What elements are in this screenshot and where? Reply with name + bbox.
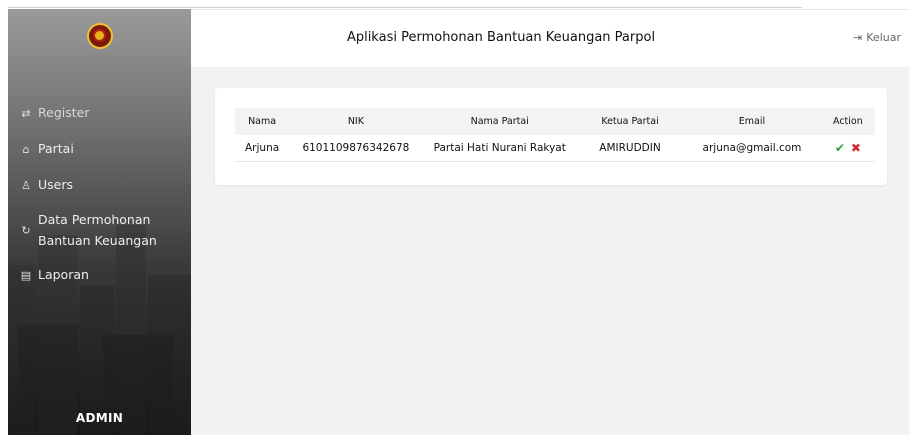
column-header-ketua-partai: Ketua Partai — [601, 116, 659, 127]
logout-arrow-icon: ⇥ — [853, 31, 863, 44]
column-header-action: Action — [832, 116, 863, 127]
cell-email: arjuna@gmail.com — [702, 141, 802, 154]
table-header-row: Nama NIK Nama Partai Ketua Partai Email … — [235, 108, 875, 135]
logo-area — [8, 9, 191, 62]
top-divider — [8, 7, 802, 8]
column-header-nama-partai: Nama Partai — [470, 116, 529, 127]
cell-action: ✔ ✖ — [821, 135, 875, 161]
cell-nama: Arjuna — [245, 141, 280, 154]
refresh-icon: ↻ — [21, 223, 31, 237]
document-icon: ▤ — [20, 268, 32, 282]
column-header-email: Email — [738, 116, 766, 127]
top-header: Aplikasi Permohonan Bantuan Keuangan Par… — [191, 9, 909, 67]
sidebar-item-users[interactable]: ♙ Users — [20, 175, 73, 195]
sidebar-item-label: Partai — [38, 141, 74, 156]
column-header-nik: NIK — [347, 116, 364, 127]
cell-nik: 6101109876342678 — [302, 141, 410, 154]
emblem-logo-icon — [86, 22, 113, 49]
user-role-label: ADMIN — [75, 411, 124, 425]
sidebar-item-data-permohonan[interactable]: ↻ Data Permohonan Bantuan Keuangan — [20, 209, 178, 251]
sidebar-item-laporan[interactable]: ▤ Laporan — [20, 265, 89, 285]
reject-cross-icon[interactable]: ✖ — [851, 141, 861, 155]
page-title: Aplikasi Permohonan Bantuan Keuangan Par… — [346, 30, 656, 45]
sidebar-item-label: Users — [38, 177, 74, 192]
arrows-exchange-icon: ⇄ — [21, 106, 31, 120]
table-row: Arjuna 6101109876342678 Partai Hati Nura… — [235, 135, 875, 161]
sidebar-item-partai[interactable]: ⌂ Partai — [20, 139, 74, 159]
sidebar: ⇄ Register ⌂ Partai ♙ Users ↻ Data Permo… — [8, 9, 191, 435]
applicants-table: Nama NIK Nama Partai Ketua Partai Email … — [235, 108, 875, 162]
approve-check-icon[interactable]: ✔ — [835, 141, 845, 155]
user-icon: ♙ — [21, 178, 31, 192]
logout-label: Keluar — [866, 31, 901, 44]
sidebar-item-register[interactable]: ⇄ Register — [20, 103, 89, 123]
table-card: Nama NIK Nama Partai Ketua Partai Email … — [215, 88, 887, 185]
sidebar-item-label: Data Permohonan Bantuan Keuangan — [38, 212, 157, 248]
sidebar-item-label: Laporan — [38, 267, 89, 282]
main-content: Nama NIK Nama Partai Ketua Partai Email … — [191, 67, 909, 435]
logout-button[interactable]: ⇥ Keluar — [853, 31, 901, 44]
column-header-nama: Nama — [248, 116, 277, 127]
cell-nama-partai: Partai Hati Nurani Rakyat — [433, 141, 566, 154]
cell-ketua-partai: AMIRUDDIN — [599, 141, 661, 154]
building-icon: ⌂ — [22, 142, 30, 156]
sidebar-item-label: Register — [38, 105, 90, 120]
